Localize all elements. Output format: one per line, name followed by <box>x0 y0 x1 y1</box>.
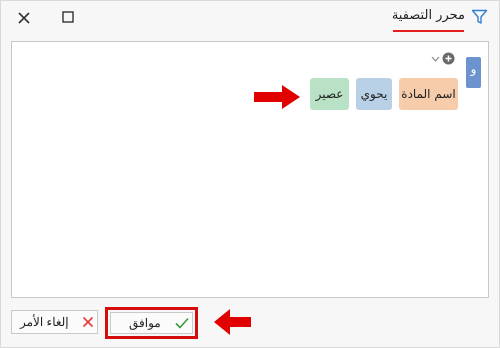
close-icon[interactable] <box>15 9 33 27</box>
filter-editor-window: محرر التصفية و اسم المادة يحوي عصير إلغا… <box>0 0 500 348</box>
ok-button-label: موافق <box>129 316 161 330</box>
add-circle-icon[interactable] <box>442 52 455 65</box>
chevron-down-icon[interactable] <box>431 56 440 62</box>
window-title: محرر التصفية <box>392 8 465 23</box>
cancel-button-label: إلغاء الأمر <box>20 315 69 329</box>
filter-editor-canvas: و اسم المادة يحوي عصير <box>11 41 489 298</box>
title-bar: محرر التصفية <box>1 1 499 35</box>
red-arrow-icon <box>254 85 300 109</box>
maximize-icon[interactable] <box>61 10 75 24</box>
condition-field-chip[interactable]: اسم المادة <box>399 78 458 110</box>
ok-button[interactable]: موافق <box>110 312 193 334</box>
red-arrow-icon <box>214 309 251 335</box>
x-icon <box>82 316 94 328</box>
cancel-button[interactable]: إلغاء الأمر <box>11 310 98 334</box>
condition-value-chip[interactable]: عصير <box>310 78 349 110</box>
condition-operator-chip[interactable]: يحوي <box>356 78 392 110</box>
check-icon <box>175 317 189 329</box>
filter-icon <box>471 9 488 25</box>
title-underline <box>393 30 464 32</box>
group-operator-tag[interactable]: و <box>466 57 481 88</box>
